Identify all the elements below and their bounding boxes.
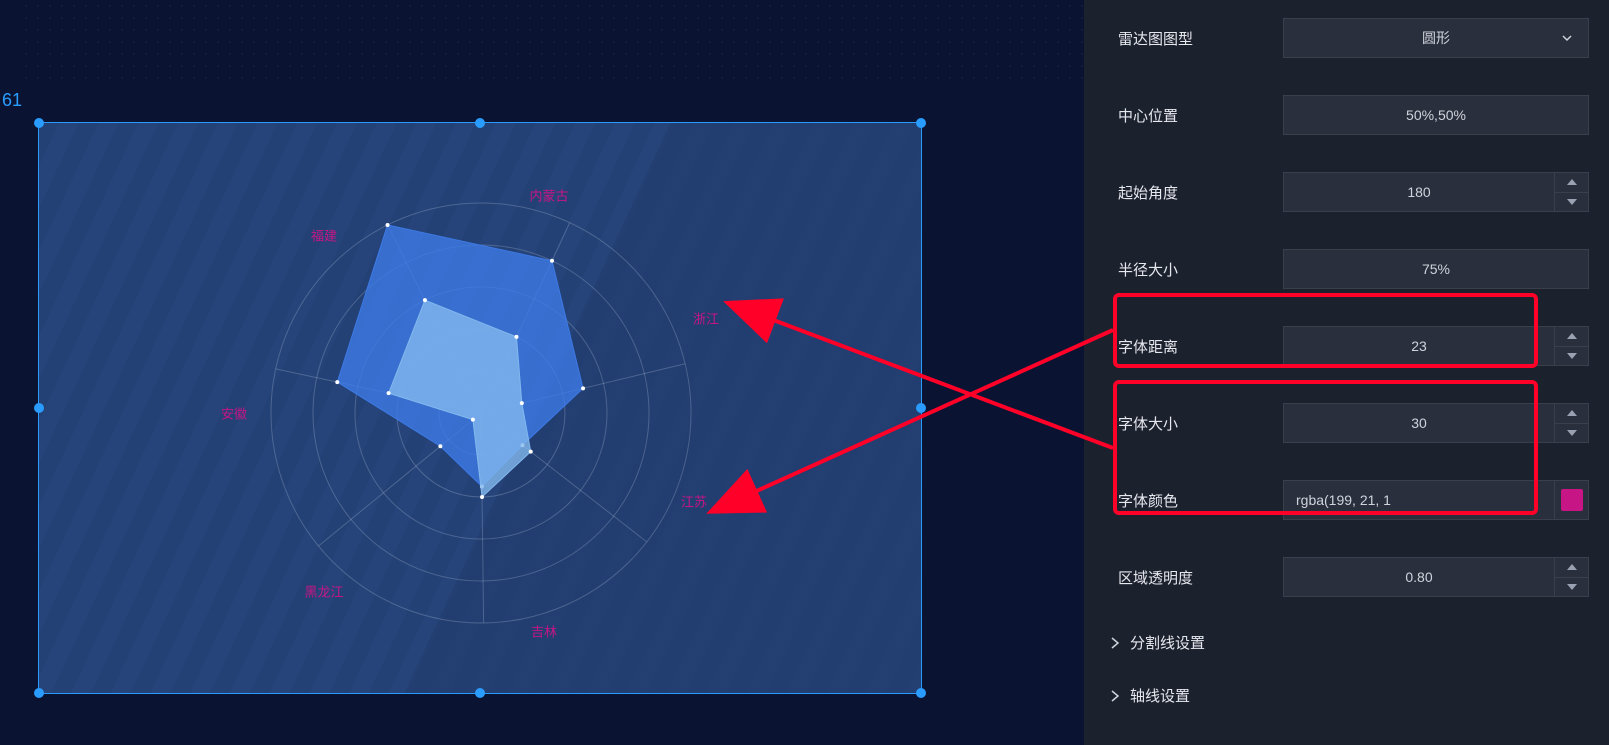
section-label: 轴线设置: [1130, 685, 1190, 706]
radar-label: 吉林: [531, 622, 557, 641]
chevron-right-icon: [1104, 690, 1126, 702]
resize-handle-e[interactable]: [916, 403, 926, 413]
spin-down-button[interactable]: [1555, 578, 1588, 597]
radar-label: 安徽: [221, 404, 247, 423]
spin-up-button[interactable]: [1555, 558, 1588, 578]
color-chip: [1561, 489, 1583, 511]
input-value: 75%: [1422, 261, 1450, 277]
spin-start-angle[interactable]: 180: [1283, 172, 1589, 212]
spin-font-gap[interactable]: 23: [1283, 326, 1589, 366]
section-split-line[interactable]: 分割线设置: [1084, 616, 1609, 669]
spin-down-button[interactable]: [1555, 424, 1588, 443]
row-area-opacity: 区域透明度 0.80: [1084, 539, 1609, 616]
section-axis-line[interactable]: 轴线设置: [1084, 669, 1609, 722]
label-font-color: 字体颜色: [1118, 490, 1283, 511]
input-value: 50%,50%: [1406, 107, 1466, 123]
selection-frame[interactable]: 内蒙古 浙江 江苏 吉林 黑龙江 安徽 福建: [38, 122, 922, 694]
spin-value[interactable]: 23: [1283, 326, 1555, 366]
spin-up-button[interactable]: [1555, 327, 1588, 347]
row-font-gap: 字体距离 23: [1084, 308, 1609, 385]
radar-label: 黑龙江: [304, 582, 343, 601]
row-chart-shape: 雷达图图型 圆形: [1084, 0, 1609, 77]
label-start-angle: 起始角度: [1118, 182, 1283, 203]
y-coordinate-tag: 61: [2, 90, 22, 111]
spin-value[interactable]: 0.80: [1283, 557, 1555, 597]
radar-label: 江苏: [681, 492, 707, 511]
label-area-opacity: 区域透明度: [1118, 567, 1283, 588]
spin-area-opacity[interactable]: 0.80: [1283, 557, 1589, 597]
label-font-gap: 字体距离: [1118, 336, 1283, 357]
row-radius: 半径大小 75%: [1084, 231, 1609, 308]
canvas-area[interactable]: 61 内蒙古 浙江 江苏 吉林 黑龙江 安徽 福建: [0, 0, 1084, 745]
spin-up-button[interactable]: [1555, 173, 1588, 193]
radar-label: 福建: [311, 226, 337, 245]
spin-value[interactable]: 30: [1283, 403, 1555, 443]
resize-handle-n[interactable]: [475, 118, 485, 128]
resize-handle-s[interactable]: [475, 688, 485, 698]
color-value[interactable]: rgba(199, 21, 1: [1283, 480, 1555, 520]
spin-value[interactable]: 180: [1283, 172, 1555, 212]
chevron-right-icon: [1104, 637, 1126, 649]
input-radius[interactable]: 75%: [1283, 249, 1589, 289]
spin-up-button[interactable]: [1555, 404, 1588, 424]
spin-down-button[interactable]: [1555, 347, 1588, 366]
resize-handle-ne[interactable]: [916, 118, 926, 128]
radar-label: 浙江: [693, 309, 719, 328]
color-input-font-color[interactable]: rgba(199, 21, 1: [1283, 480, 1589, 520]
row-font-size: 字体大小 30: [1084, 385, 1609, 462]
section-label: 分割线设置: [1130, 632, 1205, 653]
resize-handle-se[interactable]: [916, 688, 926, 698]
label-chart-shape: 雷达图图型: [1118, 28, 1283, 49]
color-swatch-button[interactable]: [1555, 480, 1589, 520]
select-value: 圆形: [1422, 28, 1450, 48]
input-center[interactable]: 50%,50%: [1283, 95, 1589, 135]
row-center: 中心位置 50%,50%: [1084, 77, 1609, 154]
radar-chart: [39, 123, 923, 695]
grid-dots: [20, 0, 1084, 80]
spin-down-button[interactable]: [1555, 193, 1588, 212]
label-center: 中心位置: [1118, 105, 1283, 126]
row-font-color: 字体颜色 rgba(199, 21, 1: [1084, 462, 1609, 539]
chevron-down-icon: [1560, 31, 1574, 45]
properties-panel: 雷达图图型 圆形 中心位置 50%,50% 起始角度 180: [1084, 0, 1609, 745]
resize-handle-nw[interactable]: [34, 118, 44, 128]
select-chart-shape[interactable]: 圆形: [1283, 18, 1589, 58]
spin-font-size[interactable]: 30: [1283, 403, 1589, 443]
resize-handle-w[interactable]: [34, 403, 44, 413]
resize-handle-sw[interactable]: [34, 688, 44, 698]
radar-label: 内蒙古: [529, 186, 568, 205]
label-radius: 半径大小: [1118, 259, 1283, 280]
label-font-size: 字体大小: [1118, 413, 1283, 434]
row-start-angle: 起始角度 180: [1084, 154, 1609, 231]
